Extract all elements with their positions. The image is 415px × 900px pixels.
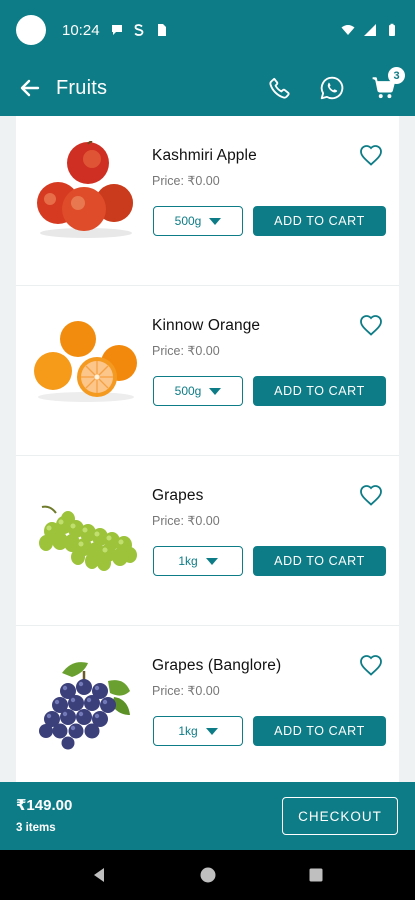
status-avatar-icon [16, 15, 46, 45]
product-name: Grapes [152, 487, 204, 504]
product-card-kashmiri-apple: Kashmiri Apple Price: ₹0.00 500g ADD TO … [16, 116, 399, 286]
app-bar-actions: 3 [267, 67, 405, 101]
product-price: Price: ₹0.00 [152, 514, 220, 528]
heart-outline-icon[interactable] [359, 484, 383, 506]
dropdown-arrow-icon [209, 217, 222, 225]
quantity-value: 500g [174, 214, 202, 228]
add-to-cart-button[interactable]: ADD TO CART [253, 376, 386, 406]
cart-total: ₹149.00 [16, 797, 73, 814]
cart-item-count: 3 items [16, 822, 56, 834]
add-to-cart-button[interactable]: ADD TO CART [253, 206, 386, 236]
status-bar: 10:24 [0, 0, 415, 60]
add-to-cart-button[interactable]: ADD TO CART [253, 716, 386, 746]
back-arrow-icon[interactable] [18, 76, 42, 100]
product-name: Grapes (Banglore) [152, 657, 282, 674]
quantity-dropdown[interactable]: 1kg [153, 716, 243, 746]
dropdown-arrow-icon [209, 387, 222, 395]
cart-count-badge: 3 [388, 67, 405, 84]
heart-outline-icon[interactable] [359, 654, 383, 676]
sim-card-icon [157, 24, 166, 36]
notification-icons [110, 23, 168, 37]
chat-notification-icon [111, 25, 122, 35]
s-notification-icon [134, 24, 143, 36]
add-to-cart-button[interactable]: ADD TO CART [253, 546, 386, 576]
dropdown-arrow-icon [205, 557, 218, 565]
signal-icon [364, 24, 376, 36]
quantity-value: 500g [174, 384, 202, 398]
nav-back-icon[interactable] [91, 866, 109, 884]
status-time: 10:24 [62, 21, 100, 39]
product-card-grapes-banglore: Grapes (Banglore) Price: ₹0.00 1kg ADD T… [16, 626, 399, 782]
product-name: Kashmiri Apple [152, 147, 257, 164]
checkout-bar: ₹149.00 3 items CHECKOUT [0, 782, 415, 850]
product-name: Kinnow Orange [152, 317, 261, 334]
quantity-dropdown[interactable]: 500g [153, 376, 243, 406]
heart-outline-icon[interactable] [359, 144, 383, 166]
whatsapp-icon[interactable] [319, 75, 345, 101]
cart-button[interactable]: 3 [371, 67, 405, 101]
nav-home-icon[interactable] [199, 866, 217, 884]
black-grapes-image [39, 662, 130, 750]
app-bar: Fruits 3 [0, 60, 415, 116]
system-nav-bar [0, 850, 415, 900]
heart-outline-icon[interactable] [359, 314, 383, 336]
quantity-dropdown[interactable]: 500g [153, 206, 243, 236]
quantity-dropdown[interactable]: 1kg [153, 546, 243, 576]
green-grapes-image [39, 505, 137, 571]
battery-icon [389, 23, 395, 36]
apple-image [37, 141, 133, 238]
product-price: Price: ₹0.00 [152, 684, 220, 698]
quantity-value: 1kg [178, 724, 198, 738]
product-list: Kashmiri Apple Price: ₹0.00 500g ADD TO … [16, 116, 399, 782]
nav-recents-icon[interactable] [307, 866, 325, 884]
checkout-button[interactable]: CHECKOUT [282, 797, 398, 835]
product-price: Price: ₹0.00 [152, 344, 220, 358]
product-card-kinnow-orange: Kinnow Orange Price: ₹0.00 500g ADD TO C… [16, 286, 399, 456]
system-status-icons [341, 23, 399, 37]
product-list-background: Kashmiri Apple Price: ₹0.00 500g ADD TO … [0, 116, 415, 782]
phone-icon[interactable] [267, 75, 293, 101]
page-title: Fruits [56, 76, 108, 99]
dropdown-arrow-icon [205, 727, 218, 735]
orange-image [34, 321, 137, 402]
quantity-value: 1kg [178, 554, 198, 568]
product-card-grapes: Grapes Price: ₹0.00 1kg ADD TO CART [16, 456, 399, 626]
product-price: Price: ₹0.00 [152, 174, 220, 188]
wifi-icon [341, 25, 355, 35]
